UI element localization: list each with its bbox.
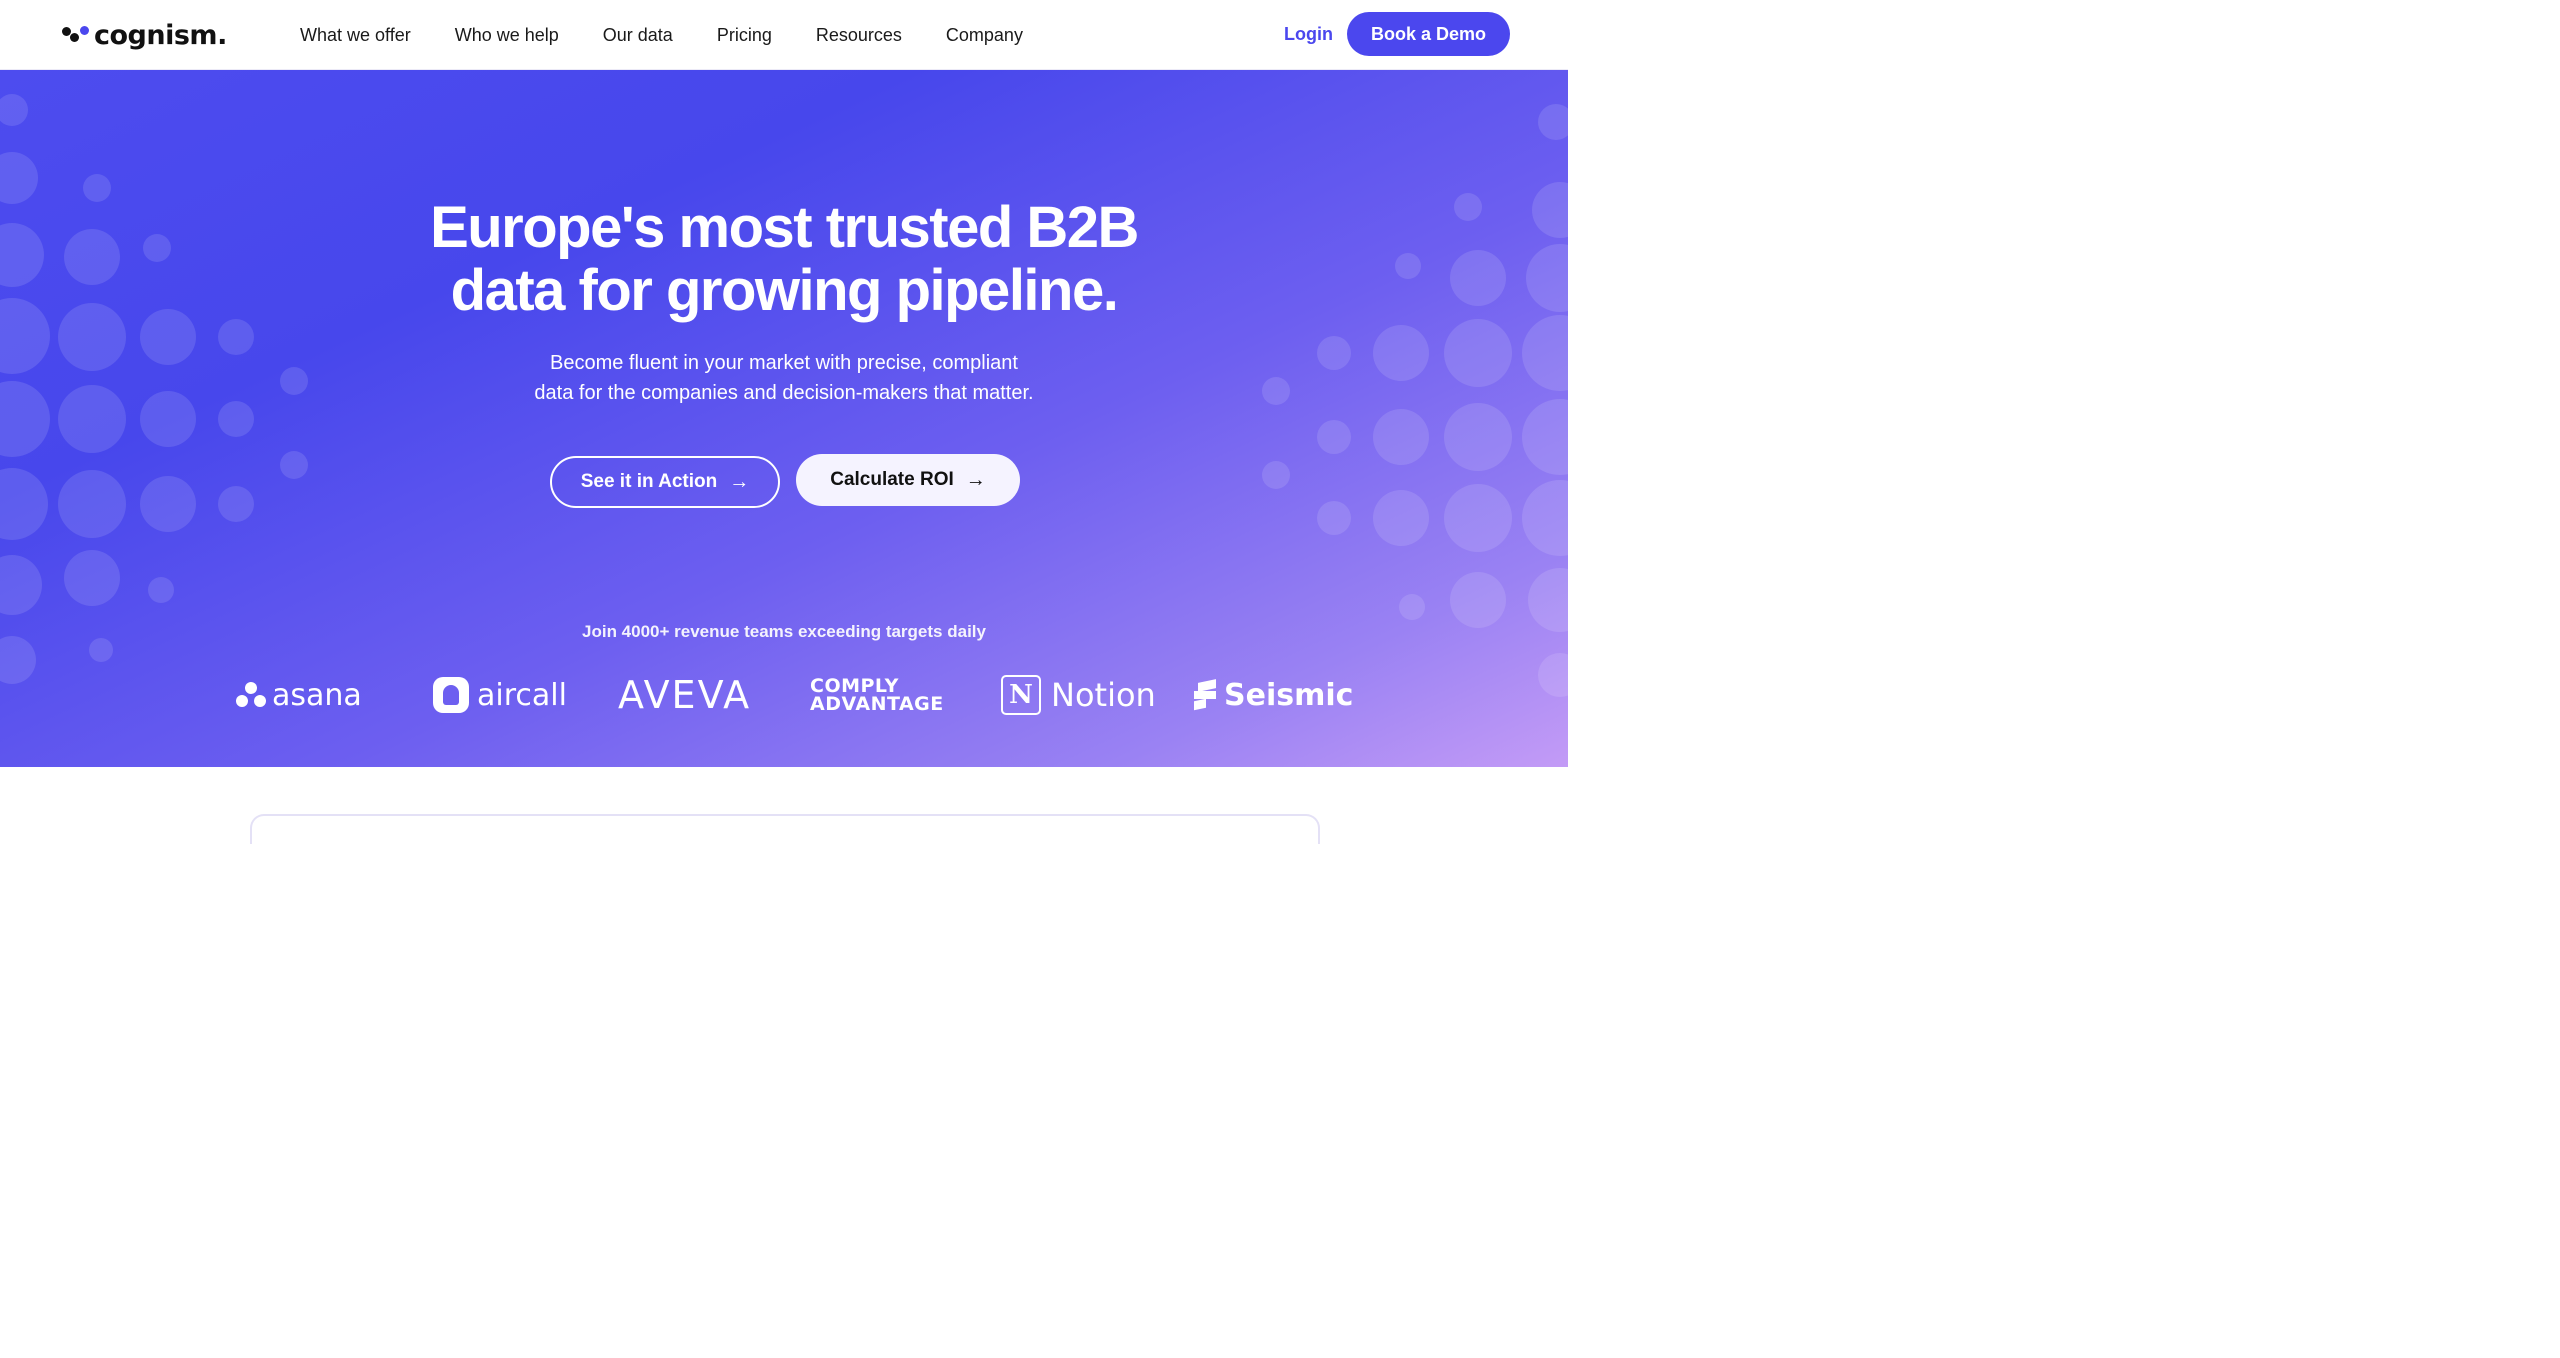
nav-our-data[interactable]: Our data: [603, 25, 673, 46]
aveva-wordmark: AVEVA: [618, 673, 752, 717]
content-card-peek: [250, 814, 1320, 844]
main-nav: What we offer Who we help Our data Prici…: [300, 0, 1067, 70]
logo-text: cognism.: [94, 19, 227, 51]
hero-section: Europe's most trusted B2B data for growi…: [0, 70, 1568, 767]
hero-heading: Europe's most trusted B2B data for growi…: [284, 196, 1284, 322]
see-it-in-action-label: See it in Action: [580, 471, 718, 492]
aveva-logo: AVEVA: [618, 670, 751, 720]
arrow-right-icon: →: [965, 469, 986, 491]
seismic-wordmark: Seismic: [1224, 677, 1354, 713]
decorative-dots: [0, 94, 1568, 697]
hero-heading-line1: Europe's most trusted B2B: [430, 195, 1139, 260]
asana-icon: [236, 682, 266, 708]
asana-logo: asana: [236, 670, 362, 720]
cognism-logo[interactable]: cognism.: [62, 18, 227, 52]
see-it-in-action-button[interactable]: See it in Action →: [550, 456, 780, 508]
aircall-wordmark: aircall: [477, 677, 567, 713]
hero-heading-line2: data for growing pipeline.: [450, 258, 1119, 323]
login-link[interactable]: Login: [1284, 24, 1333, 45]
customer-logos: asana aircall AVEVA COMPLY ADVANTAGE N N…: [0, 670, 1568, 720]
seismic-icon: [1194, 679, 1216, 711]
comply-advantage-logo: COMPLY ADVANTAGE: [810, 670, 944, 720]
book-demo-button[interactable]: Book a Demo: [1347, 12, 1510, 56]
hero-subtitle: Become fluent in your market with precis…: [434, 348, 1134, 408]
site-header: cognism. What we offer Who we help Our d…: [0, 0, 1568, 70]
logo-mark-icon: [62, 23, 90, 47]
seismic-logo: Seismic: [1194, 670, 1353, 720]
comply-advantage-wordmark: COMPLY ADVANTAGE: [810, 677, 944, 715]
asana-wordmark: asana: [272, 677, 362, 713]
nav-pricing[interactable]: Pricing: [717, 25, 772, 46]
nav-who-we-help[interactable]: Who we help: [455, 25, 559, 46]
comply-line2: ADVANTAGE: [810, 693, 944, 715]
aircall-icon: [433, 677, 469, 713]
notion-wordmark: Notion: [1051, 676, 1156, 714]
customers-tagline: Join 4000+ revenue teams exceeding targe…: [582, 622, 986, 641]
calculate-roi-label: Calculate ROI: [830, 469, 954, 490]
nav-resources[interactable]: Resources: [816, 25, 902, 46]
aircall-logo: aircall: [433, 670, 567, 720]
nav-company[interactable]: Company: [946, 25, 1023, 46]
hero-subtitle-line1: Become fluent in your market with precis…: [550, 352, 1018, 374]
calculate-roi-button[interactable]: Calculate ROI →: [796, 454, 1020, 506]
hero-subtitle-line2: data for the companies and decision-make…: [534, 382, 1034, 404]
nav-what-we-offer[interactable]: What we offer: [300, 25, 411, 46]
notion-logo: N Notion: [1001, 670, 1156, 720]
notion-icon: N: [1001, 675, 1041, 715]
arrow-right-icon: →: [729, 471, 750, 493]
